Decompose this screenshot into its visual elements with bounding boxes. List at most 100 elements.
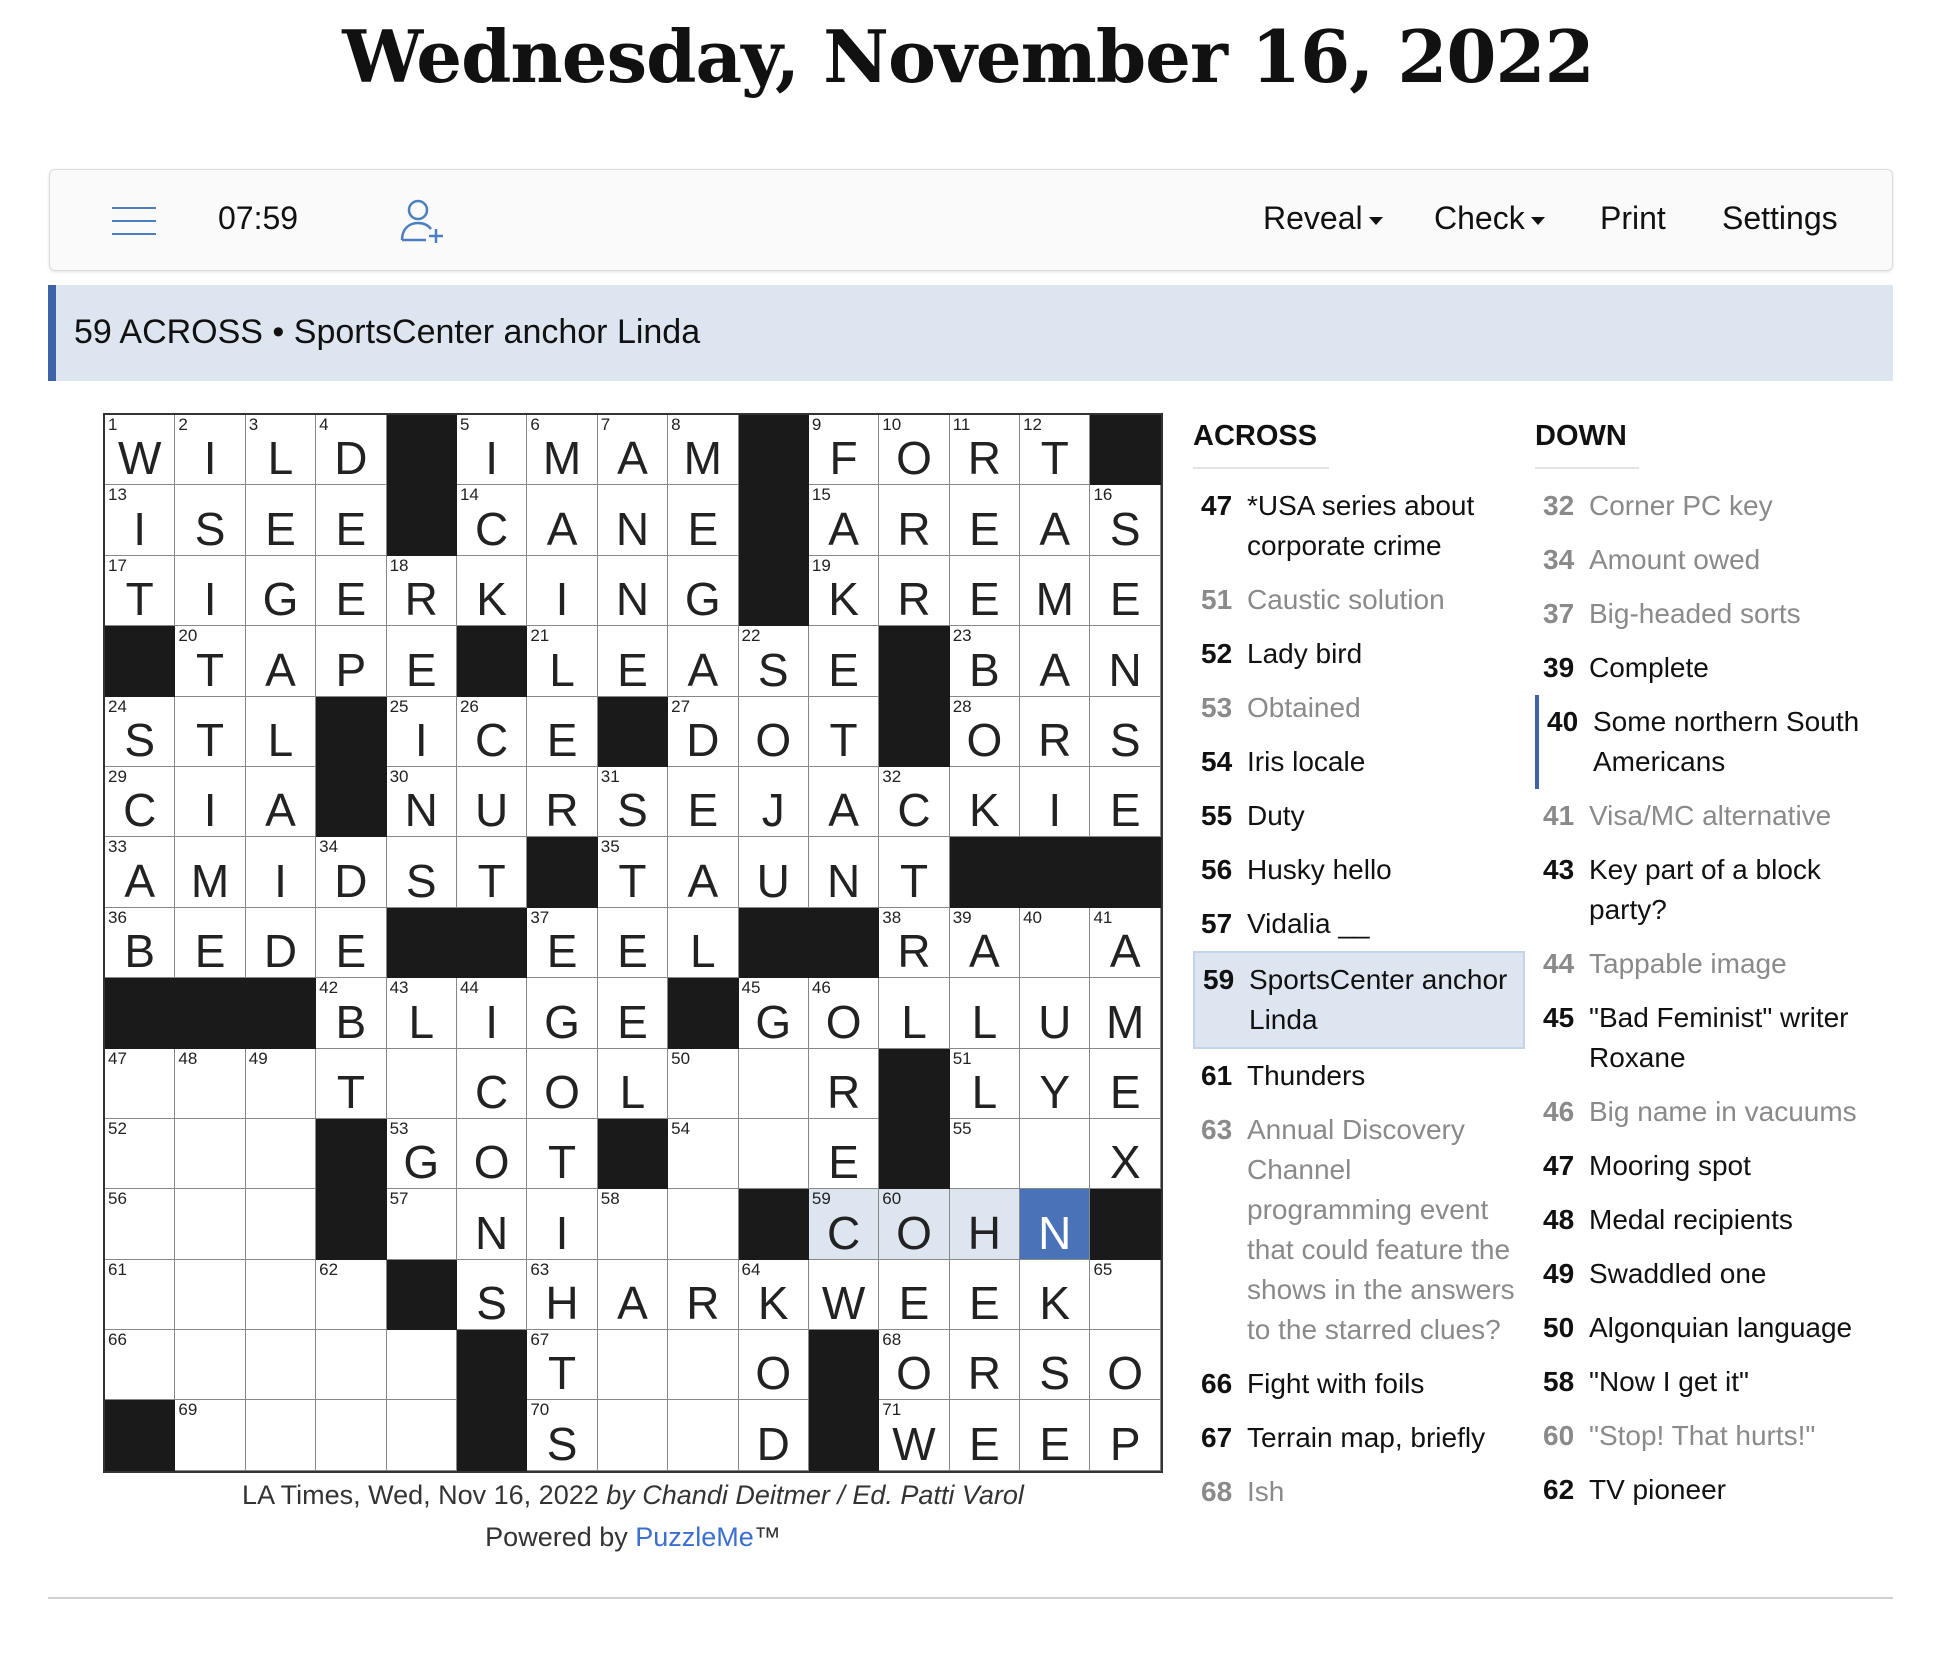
grid-cell[interactable]: M bbox=[1020, 555, 1091, 627]
grid-cell[interactable]: 53 G bbox=[386, 1118, 457, 1190]
grid-cell[interactable]: I bbox=[245, 837, 317, 908]
grid-cell[interactable]: 10 O bbox=[879, 415, 950, 486]
across-clue-52[interactable]: 52 Lady bird bbox=[1193, 627, 1525, 681]
grid-cell[interactable] bbox=[175, 1330, 246, 1401]
grid-cell[interactable] bbox=[245, 1189, 317, 1260]
across-clue-59[interactable]: 59 SportsCenter anchor Linda bbox=[1193, 951, 1525, 1049]
grid-cell[interactable]: 41 A bbox=[1090, 907, 1161, 979]
grid-cell[interactable]: 67 T bbox=[527, 1330, 598, 1401]
grid-cell[interactable]: T bbox=[808, 696, 880, 767]
grid-cell[interactable]: 45 G bbox=[738, 978, 809, 1049]
grid-cell[interactable]: 44 I bbox=[456, 978, 528, 1049]
grid-cell[interactable]: 18 R bbox=[386, 555, 457, 627]
add-user-icon[interactable] bbox=[398, 196, 448, 246]
grid-cell[interactable]: 13 I bbox=[105, 485, 176, 556]
grid-cell[interactable]: D bbox=[245, 907, 317, 979]
grid-cell[interactable]: X bbox=[1090, 1118, 1161, 1190]
grid-cell[interactable]: 27 D bbox=[668, 696, 739, 767]
grid-cell[interactable]: I bbox=[175, 555, 246, 627]
grid-cell[interactable]: 22 S bbox=[738, 626, 809, 697]
grid-cell[interactable]: L bbox=[879, 978, 950, 1049]
grid-cell[interactable]: 50 bbox=[668, 1048, 739, 1119]
grid-cell[interactable]: T bbox=[456, 837, 528, 908]
grid-cell[interactable]: 48 bbox=[175, 1048, 246, 1119]
grid-cell[interactable]: 36 B bbox=[105, 907, 176, 979]
grid-cell[interactable] bbox=[316, 1400, 387, 1471]
grid-cell[interactable] bbox=[245, 1400, 317, 1471]
down-clue-34[interactable]: 34 Amount owed bbox=[1535, 533, 1897, 587]
grid-cell[interactable]: N bbox=[456, 1189, 528, 1260]
grid-cell[interactable]: 26 C bbox=[456, 696, 528, 767]
grid-cell[interactable]: 47 bbox=[105, 1048, 176, 1119]
grid-cell[interactable]: N bbox=[597, 555, 669, 627]
grid-cell[interactable]: N bbox=[597, 485, 669, 556]
grid-cell[interactable]: P bbox=[316, 626, 387, 697]
across-clue-53[interactable]: 53 Obtained bbox=[1193, 681, 1525, 735]
grid-cell[interactable]: 7A bbox=[597, 415, 669, 486]
grid-cell[interactable] bbox=[245, 1118, 317, 1190]
grid-cell[interactable]: 25 I bbox=[386, 696, 457, 767]
down-clue-47[interactable]: 47 Mooring spot bbox=[1535, 1139, 1897, 1193]
grid-cell[interactable]: 60 O bbox=[879, 1189, 950, 1260]
grid-cell[interactable]: E bbox=[175, 907, 246, 979]
grid-cell[interactable] bbox=[597, 1400, 669, 1471]
grid-cell[interactable]: 65 bbox=[1090, 1259, 1161, 1331]
grid-cell[interactable]: N bbox=[808, 837, 880, 908]
grid-cell[interactable]: I bbox=[175, 766, 246, 838]
grid-cell[interactable]: 4D bbox=[316, 415, 387, 486]
grid-cell[interactable]: 55 bbox=[949, 1118, 1021, 1190]
hamburger-menu-icon[interactable] bbox=[112, 204, 156, 238]
down-clue-44[interactable]: 44 Tappable image bbox=[1535, 937, 1897, 991]
down-clue-46[interactable]: 46 Big name in vacuums bbox=[1535, 1085, 1897, 1139]
grid-cell[interactable]: E bbox=[597, 978, 669, 1049]
down-clue-43[interactable]: 43 Key part of a block party? bbox=[1535, 843, 1897, 937]
grid-cell[interactable]: E bbox=[316, 555, 387, 627]
grid-cell[interactable]: S bbox=[386, 837, 457, 908]
grid-cell[interactable] bbox=[175, 1118, 246, 1190]
grid-cell[interactable]: O bbox=[527, 1048, 598, 1119]
grid-cell[interactable] bbox=[316, 1330, 387, 1401]
check-button[interactable]: Check bbox=[1434, 200, 1545, 237]
down-clue-32[interactable]: 32 Corner PC key bbox=[1535, 479, 1897, 533]
grid-cell[interactable]: S bbox=[1020, 1330, 1091, 1401]
grid-cell[interactable]: L bbox=[668, 907, 739, 979]
grid-cell[interactable]: A bbox=[597, 1259, 669, 1331]
grid-cell[interactable] bbox=[738, 1048, 809, 1119]
across-clue-56[interactable]: 56 Husky hello bbox=[1193, 843, 1525, 897]
grid-cell[interactable]: K bbox=[949, 766, 1021, 838]
grid-cell[interactable]: U bbox=[738, 837, 809, 908]
grid-cell[interactable]: 46 O bbox=[808, 978, 880, 1049]
down-clue-41[interactable]: 41 Visa/MC alternative bbox=[1535, 789, 1897, 843]
grid-cell[interactable]: N bbox=[1090, 626, 1161, 697]
grid-cell[interactable]: E bbox=[597, 626, 669, 697]
grid-cell[interactable]: 63 H bbox=[527, 1259, 598, 1331]
grid-cell[interactable]: E bbox=[949, 555, 1021, 627]
grid-cell[interactable] bbox=[386, 1400, 457, 1471]
grid-cell[interactable]: R bbox=[949, 1330, 1021, 1401]
grid-cell[interactable]: E bbox=[668, 766, 739, 838]
grid-cell[interactable]: T bbox=[527, 1118, 598, 1190]
grid-cell[interactable]: 59 C bbox=[808, 1189, 880, 1260]
grid-cell[interactable]: 57 bbox=[386, 1189, 457, 1260]
grid-cell[interactable]: 56 bbox=[105, 1189, 176, 1260]
puzzleme-link[interactable]: PuzzleMe bbox=[635, 1522, 754, 1552]
grid-cell[interactable] bbox=[668, 1189, 739, 1260]
across-clue-68[interactable]: 68 Ish bbox=[1193, 1465, 1525, 1519]
grid-cell[interactable]: I bbox=[527, 555, 598, 627]
grid-cell[interactable]: S bbox=[1090, 696, 1161, 767]
grid-cell[interactable]: 64 K bbox=[738, 1259, 809, 1331]
grid-cell[interactable]: E bbox=[808, 626, 880, 697]
grid-cell[interactable] bbox=[245, 1330, 317, 1401]
grid-cell[interactable]: 3L bbox=[245, 415, 317, 486]
grid-cell[interactable] bbox=[386, 1330, 457, 1401]
across-clue-67[interactable]: 67 Terrain map, briefly bbox=[1193, 1411, 1525, 1465]
grid-cell[interactable]: A bbox=[1020, 485, 1091, 556]
grid-cell[interactable]: E bbox=[597, 907, 669, 979]
grid-cell[interactable]: N bbox=[1020, 1189, 1091, 1260]
grid-cell[interactable]: 66 bbox=[105, 1330, 176, 1401]
down-clue-39[interactable]: 39 Complete bbox=[1535, 641, 1897, 695]
grid-cell[interactable] bbox=[597, 1330, 669, 1401]
grid-cell[interactable]: E bbox=[668, 485, 739, 556]
reveal-button[interactable]: Reveal bbox=[1263, 200, 1383, 237]
grid-cell[interactable]: 58 bbox=[597, 1189, 669, 1260]
